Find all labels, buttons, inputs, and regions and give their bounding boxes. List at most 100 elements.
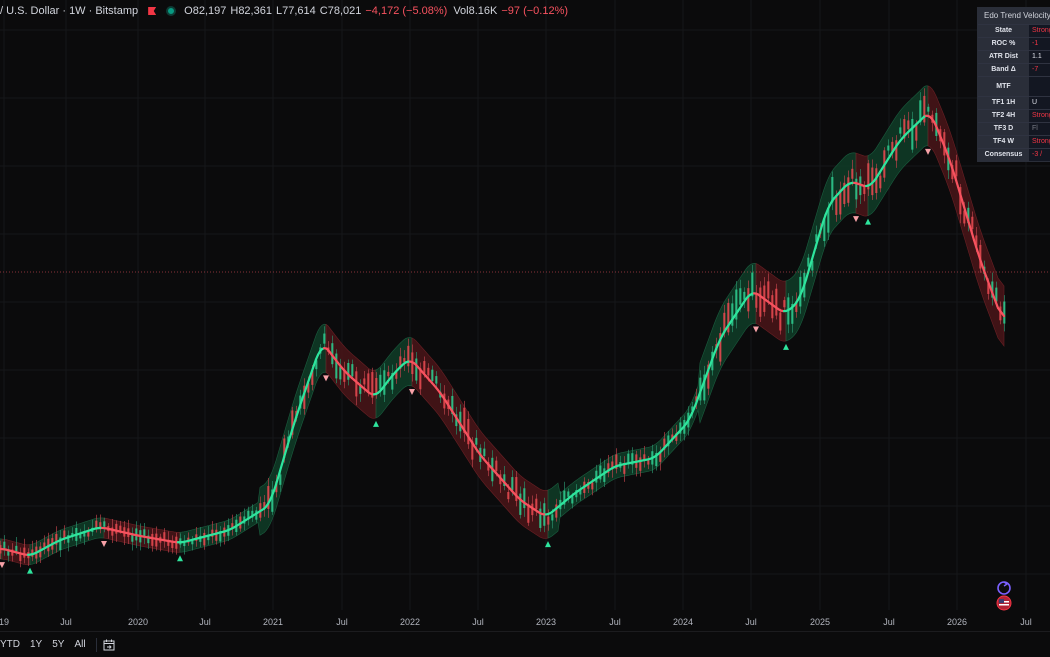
candle-body — [907, 120, 909, 129]
price-chart[interactable] — [0, 0, 1050, 656]
candle-body — [547, 517, 549, 525]
candle-body — [367, 373, 369, 391]
flag-us-icon[interactable] — [996, 595, 1012, 611]
candle-body — [523, 488, 525, 508]
table-row: TF3 DFl — [978, 122, 1050, 135]
candle-body — [855, 179, 857, 200]
candle-body — [887, 146, 889, 151]
chart-area[interactable] — [0, 0, 1050, 656]
candle-body — [403, 358, 405, 362]
low-value: 77,614 — [282, 5, 316, 17]
sell-signal-icon — [753, 327, 759, 333]
range-ytd-button[interactable]: YTD — [0, 639, 20, 650]
candle-body — [323, 334, 325, 344]
candle-body — [379, 375, 381, 390]
time-axis-label: 2022 — [400, 617, 420, 627]
table-row: TF2 4HStrong — [978, 109, 1050, 122]
indicator-table: Edo Trend Velocity StateStrong ROC %-1 A… — [977, 7, 1050, 162]
candle-body — [783, 300, 785, 307]
candle-body — [423, 361, 425, 373]
sell-signal-icon — [323, 375, 329, 381]
table-row: TF4 WStrong — [978, 135, 1050, 148]
time-axis-label: 2025 — [810, 617, 830, 627]
flag-icon[interactable] — [148, 7, 156, 15]
candle-body — [807, 258, 809, 267]
time-axis-label: 2023 — [536, 617, 556, 627]
candle-body — [483, 449, 485, 456]
candle-body — [955, 160, 957, 176]
candle-body — [495, 461, 497, 471]
range-all-button[interactable]: All — [74, 639, 85, 650]
time-axis-label: Jul — [60, 617, 72, 627]
trend-band — [0, 86, 1004, 565]
buy-signal-icon — [373, 421, 379, 427]
candle-body — [747, 288, 749, 311]
symbol-legend: / U.S. Dollar · 1W · Bitstamp O82,197 H8… — [0, 4, 574, 18]
candle-body — [603, 468, 605, 482]
table-row: Consensus-3 / — [978, 148, 1050, 161]
candle-body — [415, 359, 417, 381]
candle-body — [591, 482, 593, 489]
candle-body — [467, 419, 469, 444]
sell-signal-icon — [101, 541, 107, 547]
candle-body — [571, 496, 573, 503]
candle-body — [427, 368, 429, 376]
time-axis-label: 2021 — [263, 617, 283, 627]
buy-signal-icon — [177, 555, 183, 561]
table-row: MTF — [978, 76, 1050, 96]
buy-signal-icon — [27, 568, 33, 574]
candle-body — [899, 127, 901, 133]
refresh-icon[interactable] — [996, 580, 1012, 596]
time-axis-label: Jul — [472, 617, 484, 627]
volume-change: −97 (−0.12%) — [501, 5, 568, 17]
candle-body — [203, 533, 205, 546]
candle-body — [215, 530, 217, 541]
candle-body — [387, 372, 389, 376]
candle-body — [767, 281, 769, 298]
change-value: −4,172 (−5.08%) — [365, 5, 447, 17]
time-axis-label: 2024 — [673, 617, 693, 627]
buy-signal-icon — [783, 344, 789, 350]
candle-body — [383, 370, 385, 395]
high-value: 82,361 — [238, 5, 272, 17]
candle-body — [759, 288, 761, 317]
candle-body — [927, 107, 929, 112]
candle-body — [511, 477, 513, 490]
range-5y-button[interactable]: 5Y — [52, 639, 64, 650]
range-1y-button[interactable]: 1Y — [30, 639, 42, 650]
candle-body — [435, 376, 437, 383]
candle-body — [971, 217, 973, 229]
candle-body — [335, 354, 337, 379]
buy-signal-icon — [865, 219, 871, 225]
time-axis-label: Jul — [745, 617, 757, 627]
bottom-toolbar: YTD 1Y 5Y All — [0, 631, 1050, 657]
calendar-range-icon[interactable] — [103, 639, 115, 651]
signal-markers — [0, 149, 931, 574]
table-row: Band Δ-7 — [978, 63, 1050, 76]
candle-body — [363, 378, 365, 384]
candle-body — [755, 293, 757, 307]
time-axis-label: 19 — [0, 617, 9, 627]
divider — [96, 638, 97, 652]
candle-body — [879, 176, 881, 189]
volume-value: 8.16K — [469, 5, 498, 17]
symbol-name[interactable]: / U.S. Dollar · 1W · Bitstamp — [0, 5, 138, 17]
candle-body — [15, 546, 17, 552]
candle-body — [639, 457, 641, 470]
candle-body — [339, 367, 341, 379]
candle-body — [779, 312, 781, 330]
candle-body — [151, 534, 153, 546]
candle-body — [851, 169, 853, 179]
candle-body — [595, 471, 597, 483]
table-row: StateStrong — [978, 24, 1050, 37]
candle-body — [103, 521, 105, 526]
candle-body — [775, 289, 777, 316]
table-row: ATR Dist1.1 — [978, 50, 1050, 63]
candle-body — [475, 438, 477, 445]
candle-body — [911, 119, 913, 150]
candle-body — [507, 492, 509, 499]
candle-body — [847, 177, 849, 202]
table-row: ROC %-1 — [978, 37, 1050, 50]
candle-body — [115, 524, 117, 534]
time-axis-label: 2020 — [128, 617, 148, 627]
